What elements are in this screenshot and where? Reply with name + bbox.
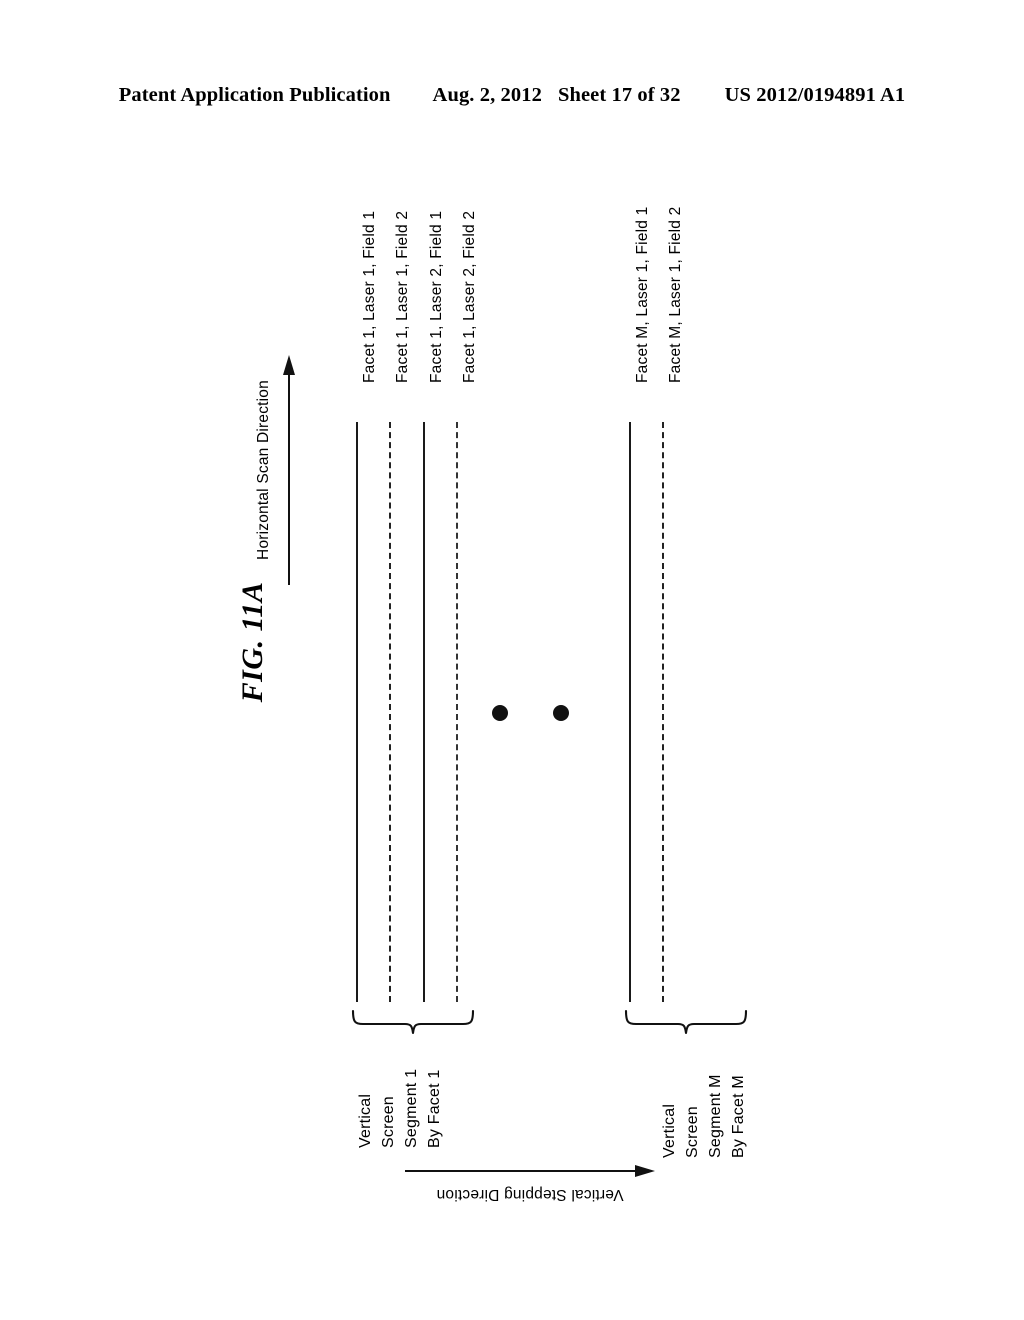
- scanline-label-facetM-laser1-field1: Facet M, Laser 1, Field 1: [634, 206, 651, 383]
- segment-label-m-line-1: Vertical: [661, 1103, 678, 1158]
- segment-label-m-line-4: By Facet M: [730, 1075, 747, 1158]
- scanline-facet1-laser2-field1: [423, 422, 425, 1002]
- ellipsis-dot-2: [553, 705, 569, 721]
- segment-label-1-line-2: Screen: [380, 1096, 397, 1148]
- scanline-facet1-laser2-field2: [456, 422, 458, 1002]
- segment-label-m-line-3: Segment M: [707, 1074, 724, 1158]
- scanline-facetM-laser1-field2: [662, 422, 664, 1002]
- scanline-label-facet1-laser1-field1: Facet 1, Laser 1, Field 1: [361, 210, 378, 383]
- segment-label-1-line-3: Segment 1: [403, 1068, 420, 1148]
- brace-segment-m: [623, 1009, 749, 1051]
- horizontal-scan-direction-group: Horizontal Scan Direction: [255, 355, 330, 585]
- vertical-stepping-direction-arrow: [405, 1165, 655, 1177]
- vertical-stepping-direction-group: Vertical Stepping Direction: [405, 1163, 655, 1225]
- scanline-label-facet1-laser1-field2: Facet 1, Laser 1, Field 2: [394, 210, 411, 383]
- horizontal-scan-direction-arrow: [283, 355, 295, 585]
- vertical-stepping-direction-label: Vertical Stepping Direction: [436, 1186, 624, 1203]
- segment-label-1-line-4: By Facet 1: [426, 1069, 443, 1148]
- horizontal-scan-direction-label: Horizontal Scan Direction: [255, 380, 272, 560]
- scanline-facetM-laser1-field1: [629, 422, 631, 1002]
- segment-label-m-line-2: Screen: [684, 1106, 701, 1158]
- scanline-label-facet1-laser2-field1: Facet 1, Laser 2, Field 1: [428, 210, 445, 383]
- brace-segment-1: [350, 1009, 476, 1051]
- scanline-label-facetM-laser1-field2: Facet M, Laser 1, Field 2: [667, 206, 684, 383]
- figure-title: FIG. 11A: [236, 581, 269, 703]
- segment-label-1-line-1: Vertical: [357, 1093, 374, 1148]
- scanline-facet1-laser1-field1: [356, 422, 358, 1002]
- figure-11a: FIG. 11A Facet 1, Laser 1, Field 1 Facet…: [0, 0, 1024, 1320]
- scanline-label-facet1-laser2-field2: Facet 1, Laser 2, Field 2: [461, 210, 478, 383]
- ellipsis-dot-1: [492, 705, 508, 721]
- scanline-facet1-laser1-field2: [389, 422, 391, 1002]
